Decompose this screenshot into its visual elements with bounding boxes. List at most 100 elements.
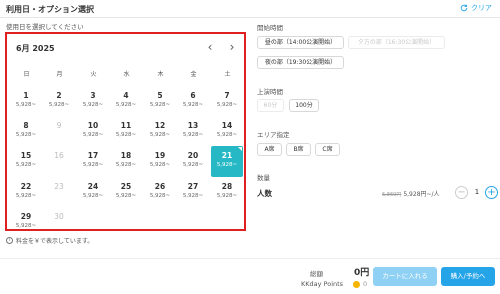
calendar-day[interactable]: 27 5,928~ (177, 182, 209, 210)
day-number: 13 (187, 121, 199, 130)
calendar-day[interactable]: 8 5,928~ (10, 121, 42, 149)
prev-month-icon[interactable]: ‹ (204, 40, 216, 54)
option-evening-early[interactable]: 夕方の部（16:30公演開始） (348, 36, 445, 49)
calendar-day[interactable]: 4 5,928~ (110, 91, 142, 119)
day-price: 5,928~ (182, 162, 204, 168)
day-number: 25 (120, 182, 132, 191)
day-number: 4 (123, 91, 129, 100)
quantity-item-label: 人数 (257, 189, 272, 198)
day-price: 5,928~ (82, 132, 104, 138)
header: 利用日・オプション選択 クリア (0, 0, 500, 18)
day-price: 5,928~ (15, 223, 37, 229)
calendar-day[interactable]: 21 5,928~ (211, 146, 243, 177)
option-seat-c[interactable]: C席 (315, 143, 340, 156)
calendar-day[interactable]: 5 5,928~ (144, 91, 176, 119)
day-price: 5,928~ (182, 102, 204, 108)
day-price: 5,928~ (15, 132, 37, 138)
points-label: KKday Points (301, 280, 344, 288)
day-price: 5,928~ (216, 193, 238, 199)
day-price: 5,928~ (216, 162, 238, 168)
calendar-day[interactable]: 22 5,928~ (10, 182, 42, 210)
day-number: 30 (54, 212, 64, 221)
next-month-icon[interactable]: › (226, 40, 238, 54)
calendar: 6月 2025 ‹ › 日 月 火 水 木 金 土 1 5,928~ 2 5,928~ 3 5,928… (5, 32, 246, 231)
calendar-day[interactable]: 18 5,928~ (110, 151, 142, 179)
day-price: 5,928~ (216, 132, 238, 138)
calendar-day[interactable]: 2 5,928~ (43, 91, 75, 119)
day-price: 5,928~ (182, 193, 204, 199)
option-duration-100[interactable]: 100分 (289, 99, 319, 112)
day-price: 5,928~ (216, 102, 238, 108)
calendar-day[interactable]: 11 5,928~ (110, 121, 142, 149)
calendar-day[interactable]: 19 5,928~ (144, 151, 176, 179)
option-seat-b[interactable]: B席 (286, 143, 311, 156)
day-price: 5,928~ (149, 102, 171, 108)
day-price: 5,928~ (115, 102, 137, 108)
weekday-label: 木 (157, 71, 164, 78)
quantity-row: 人数 6,869円 5,928円~/人 − 1 + (257, 186, 500, 200)
footer-divider (0, 258, 500, 259)
calendar-day[interactable]: 3 5,928~ (77, 91, 109, 119)
day-price: 5,928~ (82, 162, 104, 168)
quantity-section-label: 数量 (257, 174, 270, 182)
weekday-label: 金 (190, 71, 197, 78)
calendar-day[interactable]: 25 5,928~ (110, 182, 142, 210)
option-matinee[interactable]: 昼の部（14:00公演開始） (257, 36, 344, 49)
area-label: エリア指定 (257, 131, 290, 139)
option-night[interactable]: 夜の部（19:30公演開始） (257, 56, 344, 69)
calendar-day[interactable]: 26 5,928~ (144, 182, 176, 210)
day-number: 10 (87, 121, 99, 130)
day-price: 5,928~ (115, 132, 137, 138)
day-number: 2 (56, 91, 62, 100)
calendar-day[interactable]: 28 5,928~ (211, 182, 243, 210)
decrease-quantity-button[interactable]: − (455, 186, 468, 199)
day-price: 5,928~ (115, 162, 137, 168)
day-number: 5 (157, 91, 163, 100)
day-number: 9 (56, 121, 62, 130)
weekday-label: 日 (23, 71, 30, 78)
day-number: 11 (120, 121, 132, 130)
calendar-day[interactable]: 10 5,928~ (77, 121, 109, 149)
day-number: 7 (224, 91, 230, 100)
day-price: 5,928~ (149, 132, 171, 138)
day-price: 5,928~ (82, 193, 104, 199)
calendar-day[interactable]: 24 5,928~ (77, 182, 109, 210)
increase-quantity-button[interactable]: + (485, 186, 498, 199)
day-price: 5,928~ (15, 162, 37, 168)
day-price: 5,928~ (149, 193, 171, 199)
day-number: 20 (187, 151, 199, 160)
points-value: 0 (363, 280, 368, 288)
page-title: 利用日・オプション選択 (6, 5, 94, 14)
calendar-day[interactable]: 17 5,928~ (77, 151, 109, 179)
option-duration-60[interactable]: 60分 (257, 99, 284, 112)
day-price: 5,928~ (15, 102, 37, 108)
day-price: 5,928~ (149, 162, 171, 168)
calendar-day[interactable]: 13 5,928~ (177, 121, 209, 149)
day-number: 27 (187, 182, 199, 191)
calendar-day[interactable]: 1 5,928~ (10, 91, 42, 119)
day-price: 5,928~ (82, 102, 104, 108)
calendar-day[interactable]: 6 5,928~ (177, 91, 209, 119)
weekday-label: 月 (56, 71, 63, 78)
original-price: 6,869円 (382, 192, 402, 198)
day-number: 6 (190, 91, 196, 100)
day-number: 12 (154, 121, 166, 130)
day-number: 14 (221, 121, 233, 130)
calendar-day[interactable]: 12 5,928~ (144, 121, 176, 149)
weekday-label: 土 (224, 71, 231, 78)
book-now-button[interactable]: 購入/予約へ (441, 267, 495, 286)
month-label: 6月 2025 (16, 44, 55, 53)
info-icon: i (6, 237, 13, 244)
clear-button[interactable]: クリア (460, 3, 492, 13)
add-to-cart-button[interactable]: カートに入れる (373, 267, 437, 286)
calendar-day[interactable]: 20 5,928~ (177, 151, 209, 179)
option-seat-a[interactable]: A席 (257, 143, 282, 156)
calendar-day[interactable]: 15 5,928~ (10, 151, 42, 179)
day-number: 18 (120, 151, 132, 160)
day-price: 5,928~ (48, 102, 70, 108)
currency-note-text: 料金を￥で表示しています。 (16, 238, 94, 245)
calendar-day[interactable]: 14 5,928~ (211, 121, 243, 149)
duration-label: 上演時間 (257, 88, 283, 96)
header-divider (0, 17, 500, 18)
calendar-day[interactable]: 7 5,928~ (211, 91, 243, 119)
